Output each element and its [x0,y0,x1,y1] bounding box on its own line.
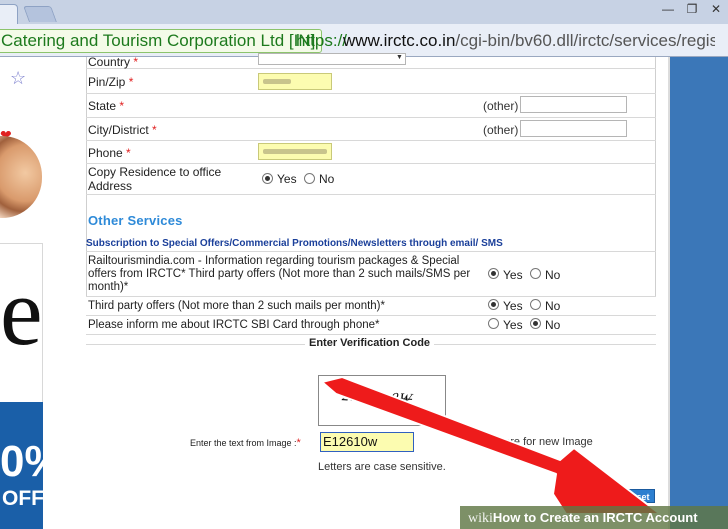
url-scheme: https:// [296,31,348,50]
third-party-offers-label: Third party offers (Not more than 2 such… [88,300,385,312]
state-label: State * [88,99,125,113]
copy-address-no-radio[interactable] [304,173,315,184]
row-divider [86,315,656,316]
pin-input[interactable] [258,73,332,90]
city-other-label: (other) [483,123,519,137]
no-label: No [545,299,561,313]
yes-label: Yes [277,172,297,186]
new-tab-button[interactable] [23,6,57,22]
reset-button[interactable]: Reset [620,489,655,503]
url-text[interactable]: www.irctc.co.in/cgi-bin/bv60.dll/irctc/s… [343,29,715,53]
no-label: No [545,318,561,332]
no-label: No [319,172,335,186]
phone-input[interactable] [258,143,332,160]
subscription-heading: Subscription to Special Offers/Commercia… [86,238,503,249]
url-path: /cgi-bin/bv60.dll/irctc/services/registe [455,31,715,50]
masked-value [263,79,291,84]
sbi-card-yes-radio[interactable] [488,318,499,329]
tourism-offers-label: Railtourismindia.com - Information regar… [88,255,471,293]
right-column-border [668,57,670,529]
state-other-input[interactable] [520,96,627,113]
row-divider [86,140,656,141]
captcha-image: 2.2.63.0W [318,375,446,426]
ad-letter: e [0,258,43,365]
yes-label: Yes [503,318,523,332]
sbi-card-label: Please inform me about IRCTC SBI Card th… [88,319,380,331]
tourism-offers-yes-radio[interactable] [488,268,499,279]
verification-title: Enter Verification Code [305,337,435,349]
country-select[interactable] [258,53,406,65]
new-image-link[interactable]: here for new Image [498,436,593,448]
browser-tab-bar: — ❐ ✕ [0,0,728,24]
pin-label: Pin/Zip * [88,75,134,89]
star-icon[interactable]: ☆ [10,68,26,89]
restore-icon[interactable]: ❐ [680,1,704,17]
third-party-no-radio[interactable] [530,299,541,310]
minimize-icon[interactable]: — [656,1,680,17]
row-divider [86,334,656,335]
site-identity-badge[interactable]: Catering and Tourism Corporation Ltd [IN… [0,29,323,53]
captcha-text: 2.2.63.0W [340,388,415,408]
country-label: Country * [88,55,139,69]
no-label: No [545,268,561,282]
right-page-margin [668,57,728,529]
third-party-yes-radio[interactable] [488,299,499,310]
row-divider [86,194,656,195]
row-divider [86,296,656,297]
row-divider [86,117,656,118]
row-divider [86,68,656,69]
city-other-input[interactable] [520,120,627,137]
close-icon[interactable]: ✕ [704,1,728,17]
tourism-offers-no-radio[interactable] [530,268,541,279]
ad-off-label: OFF [2,487,44,510]
city-label: City/District * [88,123,157,137]
submit-button[interactable]: Submit [572,489,613,503]
browser-tab[interactable] [0,4,18,24]
copy-address-label: Copy Residence to office Address [88,165,222,193]
captcha-input[interactable]: E12610w [320,432,414,452]
state-other-label: (other) [483,99,519,113]
case-sensitive-note: Letters are case sensitive. [318,461,446,473]
yes-label: Yes [503,299,523,313]
yes-label: Yes [503,268,523,282]
captcha-input-label: Enter the text from Image :* [190,437,301,449]
masked-value [263,149,327,154]
other-services-title: Other Services [88,213,183,228]
chevron-down-icon: ▼ [396,54,403,61]
url-host: www.irctc.co.in [343,31,456,50]
copy-address-yes-radio[interactable] [262,173,273,184]
wikihow-watermark: wikiHow to Create an IRCTC Account [460,506,728,529]
row-divider [86,163,656,164]
row-divider [86,251,656,252]
sbi-card-no-radio[interactable] [530,318,541,329]
phone-label: Phone * [88,146,131,160]
row-divider [86,93,656,94]
